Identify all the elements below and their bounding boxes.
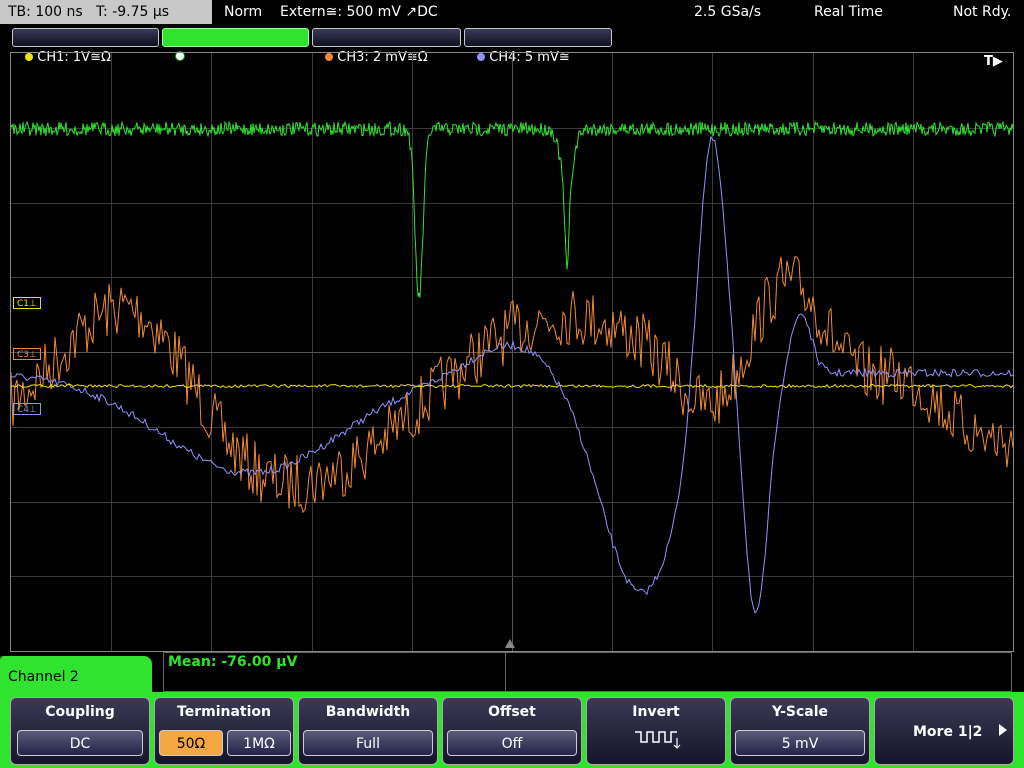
channel-4-tab[interactable]: CH4: 5 mV≅ [464,28,612,65]
bandwidth-value[interactable]: Full [303,730,433,756]
ch3-offset-marker[interactable]: C3⊥ [13,348,41,360]
termination-1mohm-option[interactable]: 1MΩ [227,730,291,756]
sample-rate: 2.5 GSa/s [694,4,762,20]
offset-softkey[interactable]: Offset Off [442,697,582,765]
timebase-readout[interactable]: TB: 100 ns T: -9.75 µs [0,0,212,24]
ch1-offset-marker[interactable]: C1⊥ [13,297,41,309]
waveform-canvas [11,53,1013,651]
acquisition-mode: Real Time [814,4,883,20]
coupling-title: Coupling [45,704,115,720]
ch4-offset-marker[interactable]: C4⊥ [13,403,41,415]
trigger-mode[interactable]: Norm [224,0,262,24]
measurement-divider [505,652,506,692]
termination-50ohm-option[interactable]: 50Ω [159,730,223,756]
termination-title: Termination [177,704,271,720]
trigger-source[interactable]: Extern≅: 500 mV ↗DC [280,0,438,24]
trigger-position-icon: T▶ [984,54,1003,69]
invert-title: Invert [632,704,680,720]
more-label: More 1|2 [913,724,983,740]
coupling-value[interactable]: DC [17,730,143,756]
termination-softkey[interactable]: Termination 50Ω 1MΩ [154,697,294,765]
channel-menu-title: Channel 2 [8,669,79,685]
bandwidth-title: Bandwidth [325,704,411,720]
yscale-value[interactable]: 5 mV [735,730,865,756]
measurement-mean[interactable]: Mean: -76.00 µV [168,654,297,670]
bandwidth-softkey[interactable]: Bandwidth Full [298,697,438,765]
channel-3-tab[interactable]: CH3: 2 mV≅Ω [312,28,461,65]
yscale-title: Y-Scale [771,704,828,720]
trigger-status: Not Rdy. [953,4,1012,20]
invert-softkey[interactable]: Invert [586,697,726,765]
offset-title: Offset [488,704,536,720]
more-arrow-icon [999,724,1007,736]
channel-1-tab[interactable]: CH1: 1V≅Ω [12,28,159,65]
coupling-softkey[interactable]: Coupling DC [10,697,150,765]
channel-2-tab[interactable]: CH2: 5 mV≅Ω [162,28,309,65]
offset-value[interactable]: Off [447,730,577,756]
invert-waveform-icon [635,731,681,749]
trigger-time-marker-icon [505,639,515,648]
more-softkey[interactable]: More 1|2 [874,697,1014,765]
yscale-softkey[interactable]: Y-Scale 5 mV [730,697,870,765]
waveform-display[interactable] [10,52,1014,652]
